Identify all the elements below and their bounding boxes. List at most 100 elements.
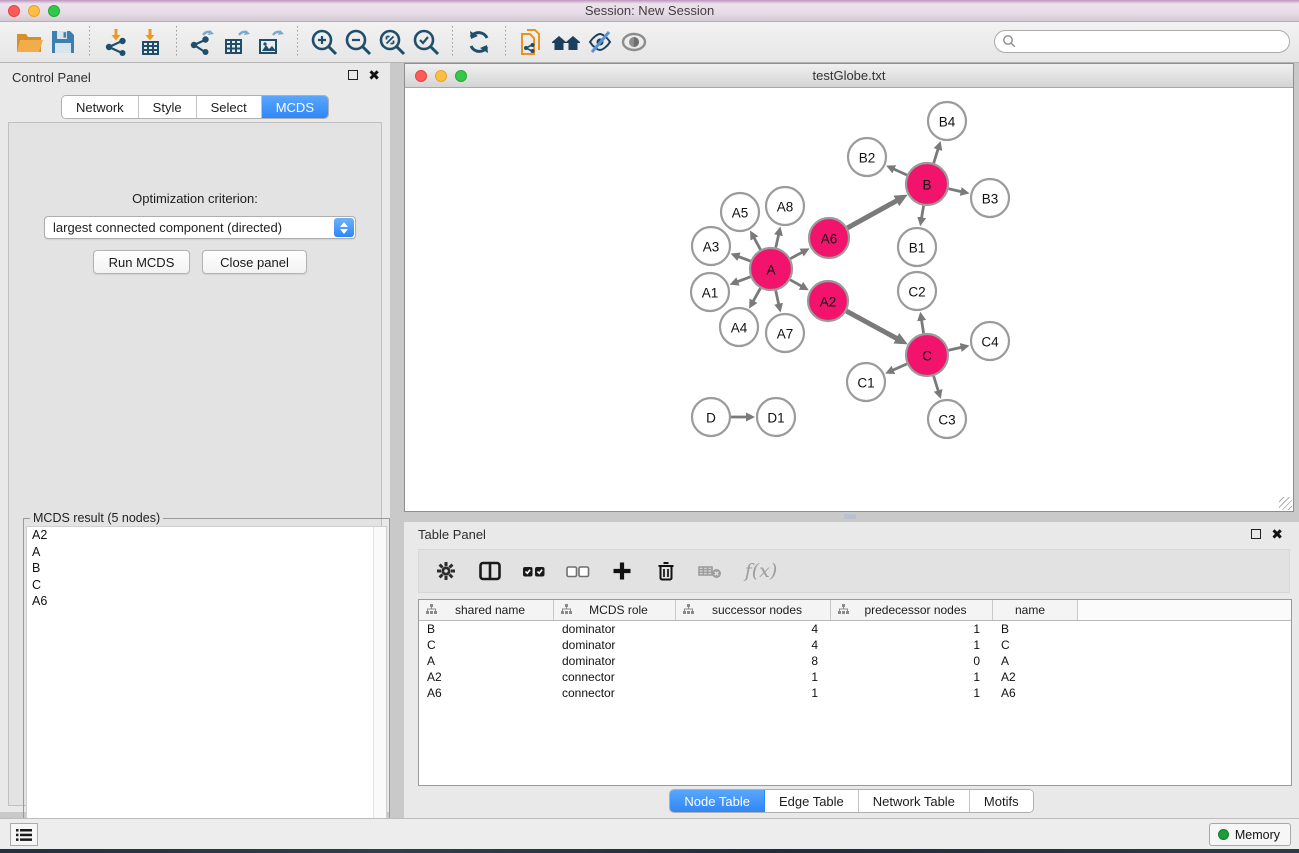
- mcds-result-item[interactable]: A: [27, 544, 386, 561]
- select-all-icon[interactable]: [517, 554, 551, 588]
- gear-icon[interactable]: [429, 554, 463, 588]
- table-cell[interactable]: 4: [676, 638, 831, 652]
- table-cell[interactable]: A6: [993, 686, 1078, 700]
- graph-node-C[interactable]: C: [906, 334, 948, 376]
- graph-edge-A-A2[interactable]: [790, 280, 802, 287]
- network-window-titlebar[interactable]: testGlobe.txt: [405, 64, 1293, 88]
- graph-edge-A-A4[interactable]: [753, 288, 760, 301]
- column-header-MCDS-role[interactable]: MCDS role: [554, 600, 676, 620]
- table-cell[interactable]: 1: [676, 670, 831, 684]
- graph-edge-A2-C[interactable]: [846, 311, 897, 339]
- tab-style[interactable]: Style: [139, 96, 197, 118]
- table-cell[interactable]: dominator: [554, 638, 676, 652]
- table-cell[interactable]: C: [419, 638, 554, 652]
- table-row[interactable]: A6connector11A6: [419, 685, 1291, 701]
- column-header-name[interactable]: name: [993, 600, 1078, 620]
- graph-edge-B-B3[interactable]: [949, 189, 962, 192]
- table-cell[interactable]: 4: [676, 622, 831, 636]
- close-table-panel-icon[interactable]: ✖: [1271, 529, 1283, 539]
- column-header-shared-name[interactable]: shared name: [419, 600, 554, 620]
- graph-node-A1[interactable]: A1: [691, 273, 729, 311]
- network-canvas[interactable]: A5A8A3A1A4A7AA6A2BB4B2B3B1CC2C4C1C3DD1: [405, 88, 1293, 511]
- column-header-predecessor-nodes[interactable]: predecessor nodes: [831, 600, 993, 620]
- graph-node-A6[interactable]: A6: [809, 218, 849, 258]
- graph-edge-C-C1[interactable]: [893, 364, 907, 370]
- export-network-icon[interactable]: [186, 26, 220, 58]
- float-panel-icon[interactable]: [348, 70, 358, 80]
- table-cell[interactable]: C: [993, 638, 1078, 652]
- window-resize-grip[interactable]: [1279, 497, 1292, 510]
- table-cell[interactable]: dominator: [554, 654, 676, 668]
- table-cell[interactable]: 1: [676, 686, 831, 700]
- graph-node-A8[interactable]: A8: [766, 187, 804, 225]
- mcds-result-item[interactable]: A2: [27, 527, 386, 544]
- hide-graphics-details-icon[interactable]: [583, 26, 617, 58]
- import-network-icon[interactable]: [99, 26, 133, 58]
- graph-edge-A6-B[interactable]: [847, 200, 897, 228]
- graph-node-B1[interactable]: B1: [898, 228, 936, 266]
- table-cell[interactable]: 1: [831, 686, 993, 700]
- table-cell[interactable]: A: [993, 654, 1078, 668]
- graph-node-C1[interactable]: C1: [847, 363, 885, 401]
- tab-mcds[interactable]: MCDS: [262, 96, 328, 118]
- table-cell[interactable]: A6: [419, 686, 554, 700]
- table-cell[interactable]: 1: [831, 670, 993, 684]
- zoom-out-icon[interactable]: [341, 26, 375, 58]
- memory-button[interactable]: Memory: [1209, 823, 1291, 846]
- graph-node-C2[interactable]: C2: [898, 272, 936, 310]
- function-builder-icon[interactable]: f(x): [737, 554, 785, 588]
- graph-node-C3[interactable]: C3: [928, 400, 966, 438]
- show-graphics-details-icon[interactable]: [617, 26, 651, 58]
- mcds-result-item[interactable]: A6: [27, 593, 386, 610]
- graph-edge-A-A7[interactable]: [776, 291, 779, 305]
- graph-edge-B-B4[interactable]: [934, 149, 939, 163]
- graph-node-B4[interactable]: B4: [928, 102, 966, 140]
- table-cell[interactable]: A2: [993, 670, 1078, 684]
- graph-node-A7[interactable]: A7: [766, 314, 804, 352]
- table-row[interactable]: Bdominator41B: [419, 621, 1291, 637]
- graph-node-A2[interactable]: A2: [808, 281, 848, 321]
- table-cell[interactable]: 1: [831, 638, 993, 652]
- graph-edge-A-A3[interactable]: [738, 256, 750, 261]
- task-history-button[interactable]: [10, 823, 38, 846]
- graph-node-A4[interactable]: A4: [720, 308, 758, 346]
- table-cell[interactable]: 1: [831, 622, 993, 636]
- criterion-select[interactable]: largest connected component (directed): [44, 216, 356, 239]
- graph-edge-C-C4[interactable]: [949, 347, 962, 350]
- table-cell[interactable]: 0: [831, 654, 993, 668]
- graph-node-D1[interactable]: D1: [757, 398, 795, 436]
- table-row[interactable]: A2connector11A2: [419, 669, 1291, 685]
- graph-edge-A-A5[interactable]: [754, 238, 761, 250]
- graph-node-B2[interactable]: B2: [848, 138, 886, 176]
- graph-edge-A-A6[interactable]: [790, 252, 802, 259]
- add-column-icon[interactable]: [605, 554, 639, 588]
- tab-select[interactable]: Select: [197, 96, 262, 118]
- mcds-result-item[interactable]: B: [27, 560, 386, 577]
- table-cell[interactable]: dominator: [554, 622, 676, 636]
- graph-node-D[interactable]: D: [692, 398, 730, 436]
- graph-edge-A-A8[interactable]: [776, 234, 779, 247]
- network-overview-icon[interactable]: [549, 26, 583, 58]
- export-image-icon[interactable]: [254, 26, 288, 58]
- close-panel-button[interactable]: Close panel: [202, 250, 307, 274]
- tab-motifs[interactable]: Motifs: [970, 790, 1033, 812]
- graph-edge-B-B2[interactable]: [893, 169, 907, 175]
- graph-edge-C-C2[interactable]: [922, 320, 924, 334]
- graph-edge-B-B1[interactable]: [922, 206, 924, 219]
- tab-network[interactable]: Network: [62, 96, 139, 118]
- graph-edge-C-C3[interactable]: [934, 376, 939, 391]
- graph-edge-A-A1[interactable]: [737, 277, 750, 282]
- zoom-selected-icon[interactable]: [409, 26, 443, 58]
- export-table-icon[interactable]: [220, 26, 254, 58]
- table-cell[interactable]: A2: [419, 670, 554, 684]
- delete-table-icon[interactable]: [693, 554, 727, 588]
- result-list-scrollbar[interactable]: [373, 527, 386, 853]
- table-cell[interactable]: 8: [676, 654, 831, 668]
- float-table-panel-icon[interactable]: [1251, 529, 1261, 539]
- import-table-icon[interactable]: [133, 26, 167, 58]
- column-header-successor-nodes[interactable]: successor nodes: [676, 600, 831, 620]
- table-row[interactable]: Cdominator41C: [419, 637, 1291, 653]
- network-hscroll-thumb[interactable]: [844, 514, 856, 519]
- close-panel-icon[interactable]: ✖: [368, 70, 380, 80]
- zoom-in-icon[interactable]: [307, 26, 341, 58]
